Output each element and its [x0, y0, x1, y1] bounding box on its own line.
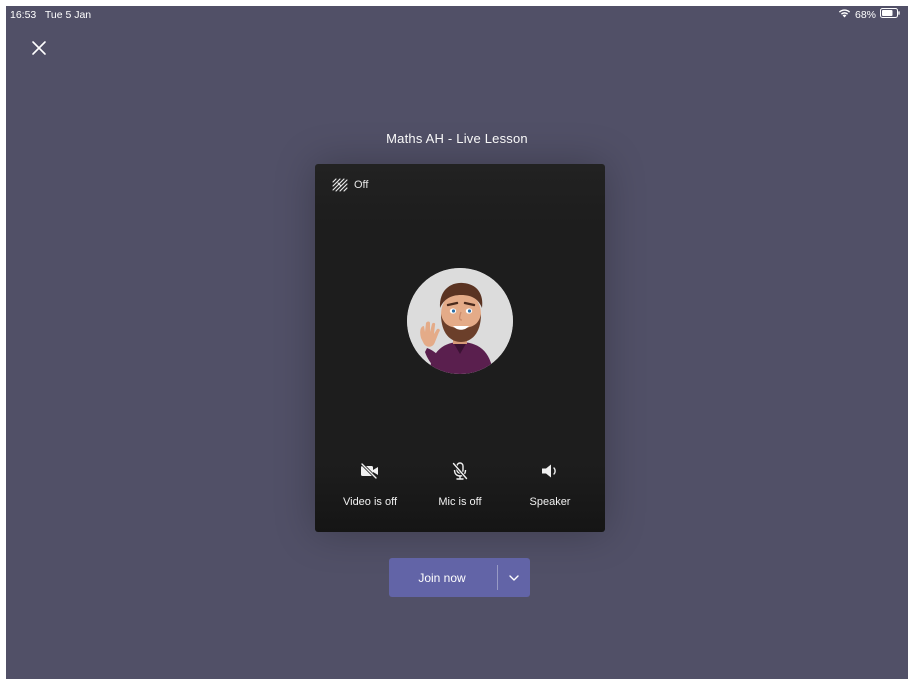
close-icon [32, 41, 46, 55]
status-time-date: 16:53 Tue 5 Jan [10, 9, 91, 21]
battery-percent: 68% [854, 8, 876, 21]
meeting-title: Maths AH - Live Lesson [386, 131, 528, 146]
join-options-button[interactable] [498, 558, 530, 597]
mic-toggle-label: Mic is off [438, 496, 482, 508]
close-button[interactable] [28, 37, 50, 59]
video-toggle-label: Video is off [342, 496, 398, 508]
video-off-icon [360, 463, 378, 479]
background-effects-toggle[interactable]: Off [332, 178, 368, 192]
speaker-icon [542, 464, 556, 478]
pre-join-screen: 16:53 Tue 5 Jan 68% Maths AH - Live Less… [6, 6, 908, 679]
status-bar: 16:53 Tue 5 Jan 68% [6, 6, 908, 24]
mic-off-icon [452, 462, 468, 480]
join-now-button[interactable]: Join now [389, 558, 497, 597]
join-now-label: Join now [418, 570, 466, 585]
status-indicators: 68% [838, 8, 900, 21]
video-preview: Off Video is off Mic is off Speaker [315, 164, 605, 532]
avatar [407, 268, 513, 374]
battery-icon [880, 8, 900, 21]
background-effects-icon [332, 178, 348, 192]
video-toggle-button[interactable]: Video is off [330, 460, 410, 508]
status-date: Tue 5 Jan [44, 9, 92, 21]
device-controls: Video is off Mic is off Speaker [315, 460, 605, 520]
join-button-group: Join now [389, 558, 530, 597]
chevron-down-icon [509, 574, 519, 581]
status-time: 16:53 [10, 9, 37, 21]
speaker-toggle-button[interactable]: Speaker [510, 460, 590, 508]
background-effects-label: Off [354, 179, 369, 191]
wifi-icon [838, 8, 851, 21]
speaker-toggle-label: Speaker [529, 496, 571, 508]
mic-toggle-button[interactable]: Mic is off [420, 460, 500, 508]
